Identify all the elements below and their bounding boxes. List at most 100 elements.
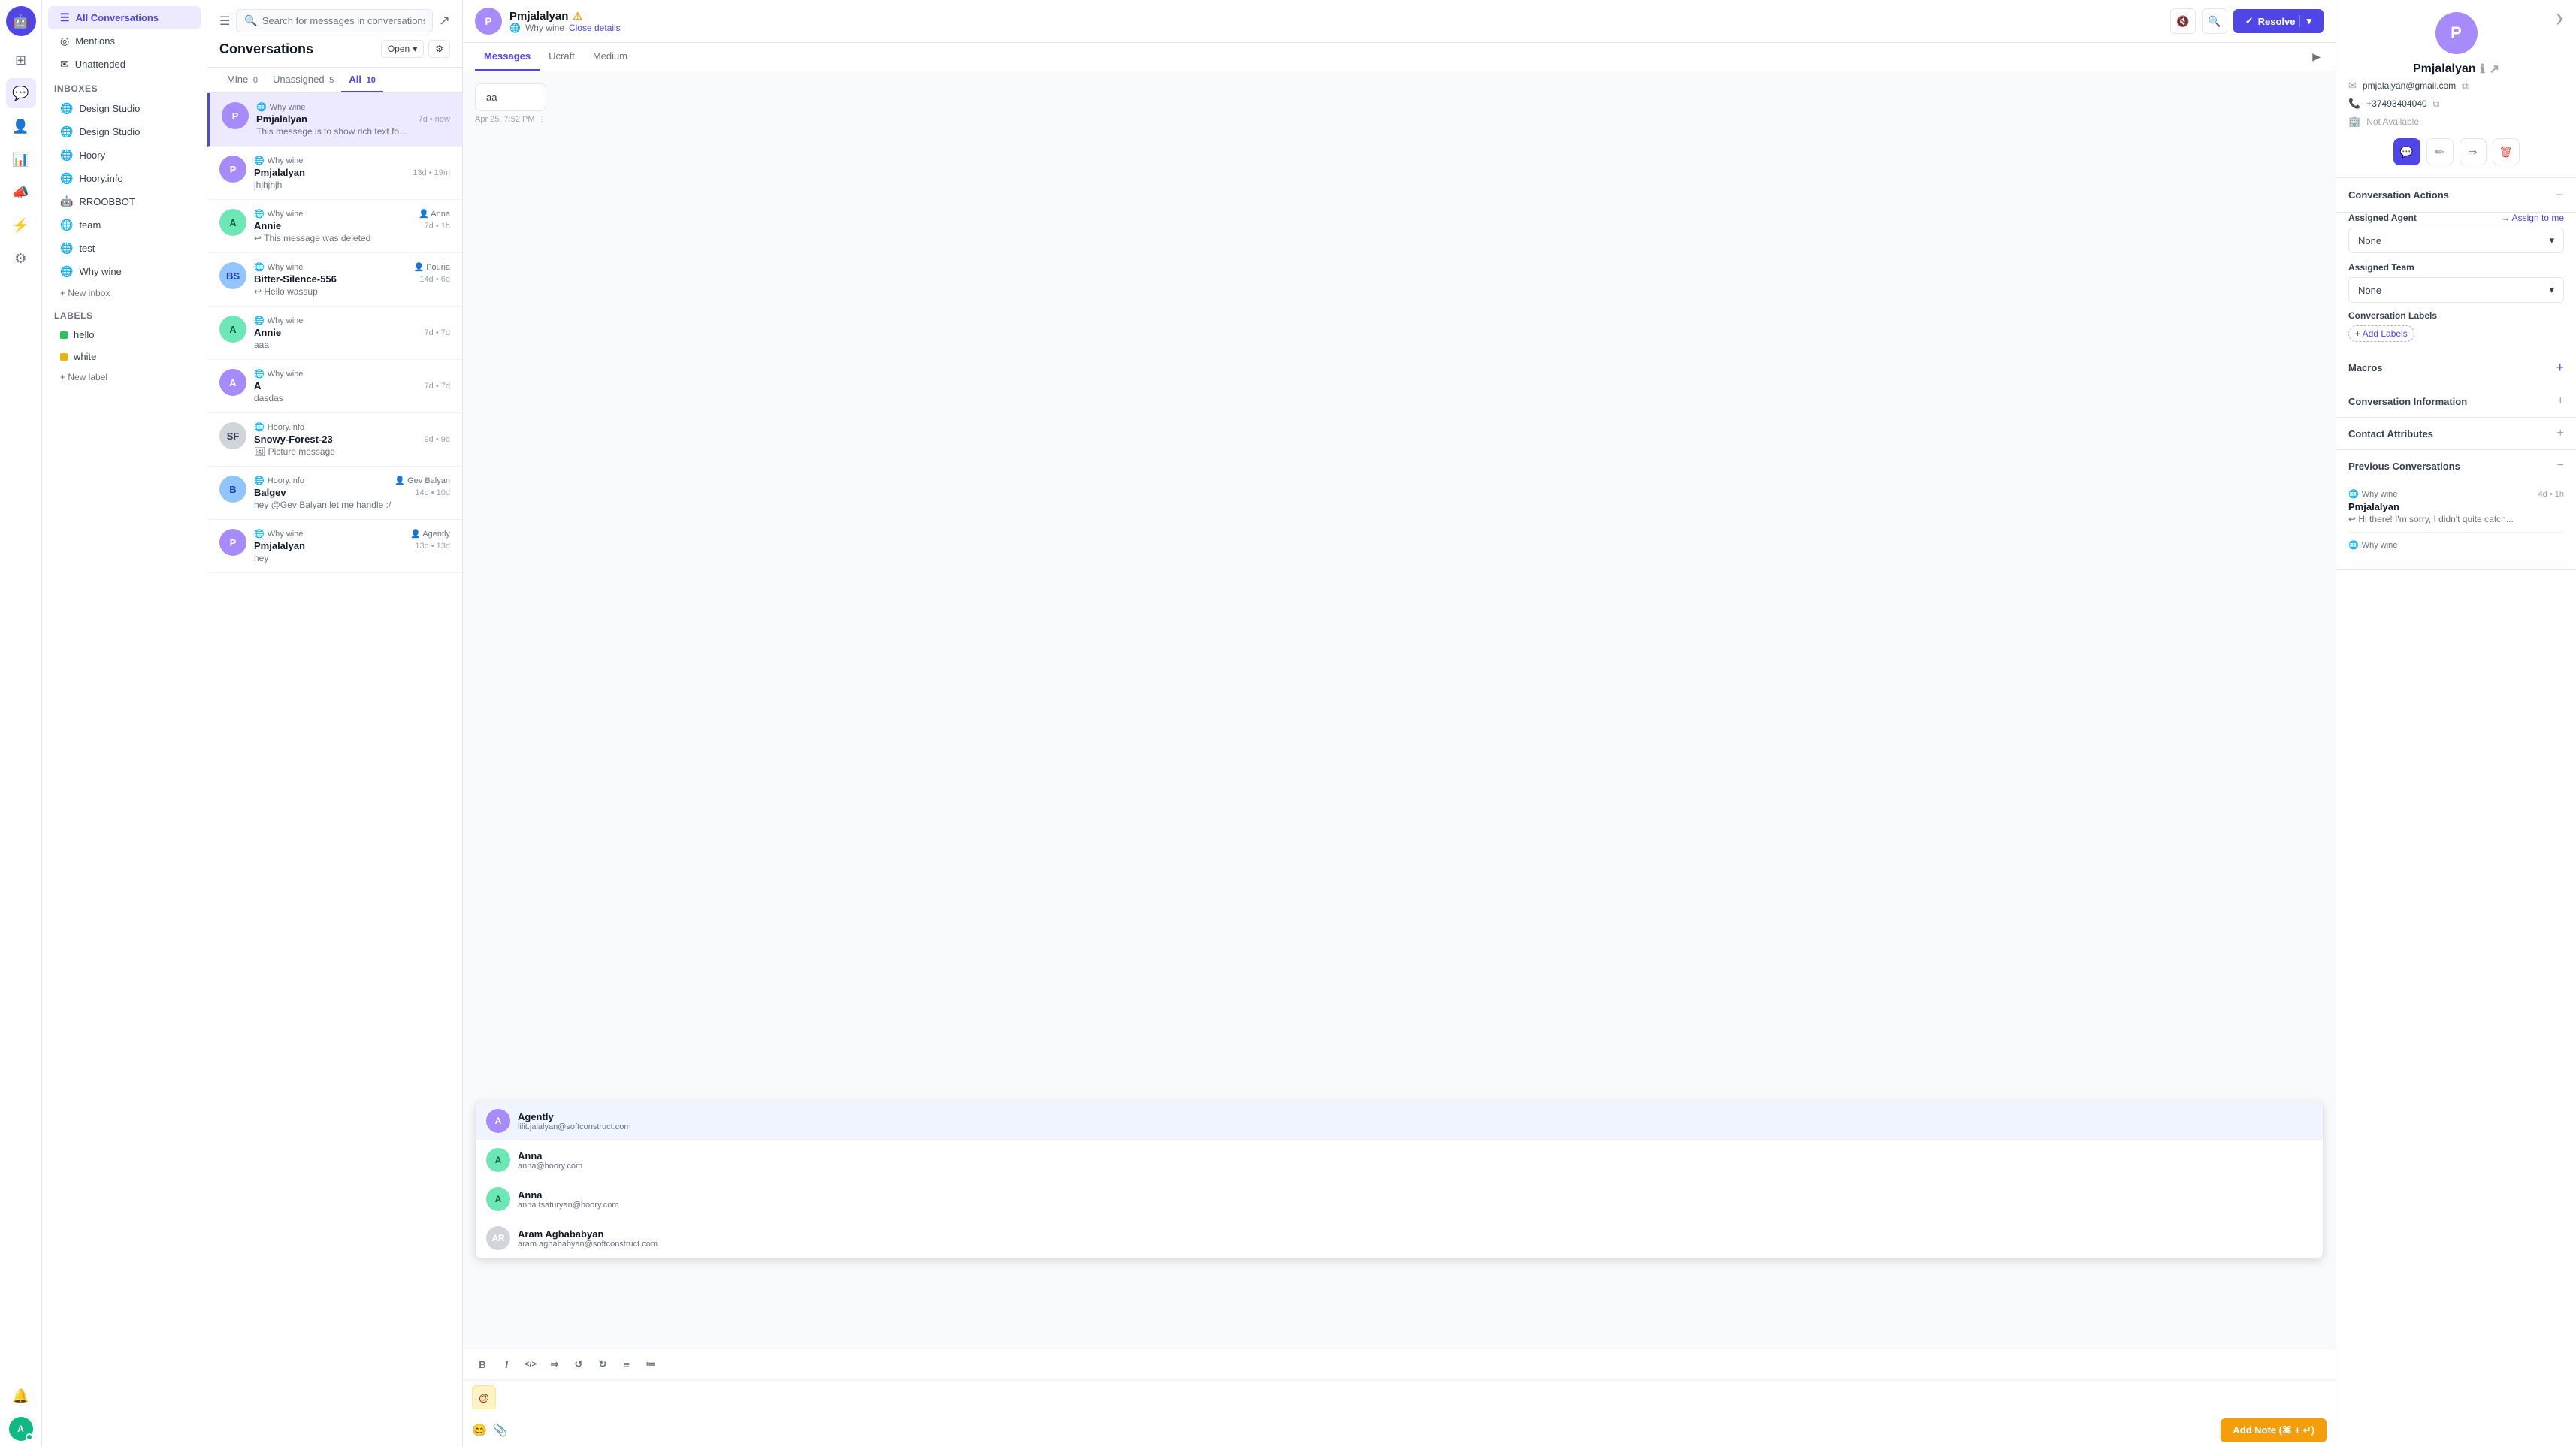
availability-value: Not Available — [2366, 116, 2419, 127]
filter-options-btn[interactable]: ⚙ — [428, 40, 450, 58]
conv-tabs: Mine 0 Unassigned 5 All 10 — [207, 68, 462, 93]
conversation-item[interactable]: A 🌐 Why wine 👤 Anna Annie 7d • 1h ↩ This… — [207, 200, 462, 253]
campaigns-nav-icon[interactable]: 📣 — [6, 177, 36, 207]
sidebar-item-rroobbot[interactable]: 🤖 RROOBBOT — [48, 190, 201, 213]
resolve-chevron-icon[interactable]: ▾ — [2299, 15, 2311, 27]
mention-email: anna.tsaturyan@hoory.com — [518, 1201, 618, 1210]
inboxes-section-title: Inboxes — [42, 76, 207, 97]
home-icon[interactable]: ⊞ — [6, 45, 36, 75]
more-options-icon[interactable]: ⋮ — [538, 114, 546, 124]
contact-avatar: B — [219, 476, 246, 503]
sidebar-item-label-hello[interactable]: hello — [48, 324, 201, 346]
mention-item-aram[interactable]: AR Aram Aghababyan aram.aghababyan@softc… — [476, 1219, 2323, 1258]
settings-nav-icon[interactable]: ⚙ — [6, 243, 36, 273]
sidebar-item-label-white[interactable]: white — [48, 346, 201, 367]
notifications-icon[interactable]: 🔔 — [6, 1381, 36, 1411]
tab-unassigned[interactable]: Unassigned 5 — [265, 68, 341, 92]
assigned-agent-dropdown[interactable]: None ▾ — [2348, 228, 2564, 253]
user-avatar[interactable]: A — [9, 1417, 33, 1441]
new-inbox-link[interactable]: + New inbox — [48, 285, 201, 301]
sidebar-item-team[interactable]: 🌐 team — [48, 213, 201, 237]
sidebar-item-hoory-info[interactable]: 🌐 Hoory.info — [48, 167, 201, 190]
conv-info-header[interactable]: Conversation Information + — [2336, 385, 2576, 417]
sidebar-item-design-studio-1[interactable]: 🌐 Design Studio — [48, 97, 201, 120]
delete-contact-btn[interactable]: 🗑 — [2493, 138, 2520, 165]
filter-status-btn[interactable]: Open ▾ — [381, 40, 424, 58]
contacts-nav-icon[interactable]: 👤 — [6, 111, 36, 141]
mute-icon-btn[interactable]: 🔇 — [2170, 8, 2196, 34]
copy-email-icon[interactable]: ⧉ — [2462, 80, 2469, 92]
sidebar-item-mentions[interactable]: ◎ Mentions — [48, 29, 201, 53]
conversation-item[interactable]: P 🌐 Why wine Pmjalalyan 7d • now This me… — [207, 93, 462, 147]
sidebar-item-why-wine[interactable]: 🌐 Why wine — [48, 260, 201, 283]
ordered-list-button[interactable]: ≔ — [640, 1354, 661, 1375]
conversation-item[interactable]: BS 🌐 Why wine 👤 Pouria Bitter-Silence-55… — [207, 253, 462, 307]
expand-tabs-icon[interactable]: ▶ — [2309, 47, 2324, 66]
prev-conv-item[interactable]: 🌐 Why wine — [2348, 533, 2564, 560]
close-details-link[interactable]: Close details — [569, 23, 621, 33]
emoji-button[interactable]: 😊 — [472, 1423, 487, 1438]
add-note-button[interactable]: Add Note (⌘ + ↵) — [2221, 1418, 2327, 1442]
globe-icon: 🌐 — [254, 209, 265, 219]
collapse-actions-icon[interactable]: − — [2556, 187, 2564, 203]
mention-email: lilit.jalalyan@softconstruct.com — [518, 1122, 631, 1131]
conversation-item[interactable]: B 🌐 Hoory.info 👤 Gev Balyan Balgev 14d •… — [207, 467, 462, 520]
italic-button[interactable]: I — [496, 1354, 517, 1375]
prev-conv-item[interactable]: 🌐 Why wine 4d • 1h Pmjalalyan ↩ Hi there… — [2348, 482, 2564, 533]
info-icon[interactable]: ℹ — [2481, 62, 2485, 77]
conversations-nav-icon[interactable]: 💬 — [6, 78, 36, 108]
list-button[interactable]: ≡ — [616, 1354, 637, 1375]
prev-conversations-header[interactable]: Previous Conversations − — [2336, 450, 2576, 482]
new-label-link[interactable]: + New label — [48, 369, 201, 385]
conversation-item[interactable]: A 🌐 Why wine Annie 7d • 7d aaa — [207, 307, 462, 360]
conv-name-row: Balgev 14d • 10d — [254, 487, 450, 498]
external-link-icon[interactable]: ↗ — [2490, 62, 2499, 77]
globe-icon: 🌐 — [509, 23, 521, 33]
inbox-icon: 🤖 — [60, 195, 73, 208]
code-button[interactable]: </> — [520, 1354, 541, 1375]
search-input[interactable] — [262, 15, 425, 26]
at-mention-button[interactable]: @ — [472, 1385, 496, 1409]
new-conversation-btn[interactable]: 💬 — [2393, 138, 2420, 165]
mention-item-anna2[interactable]: A Anna anna.tsaturyan@hoory.com — [476, 1180, 2323, 1219]
sidebar-item-all-conversations[interactable]: ☰ All Conversations — [48, 6, 201, 29]
assigned-team-dropdown[interactable]: None ▾ — [2348, 277, 2564, 303]
redo-button[interactable]: ↻ — [592, 1354, 613, 1375]
link-button[interactable]: ⇒ — [544, 1354, 565, 1375]
sidebar-item-test[interactable]: 🌐 test — [48, 237, 201, 260]
merge-contact-btn[interactable]: ⇒ — [2460, 138, 2487, 165]
bold-button[interactable]: B — [472, 1354, 493, 1375]
search-icon-btn[interactable]: 🔍 — [2202, 8, 2227, 34]
tab-all[interactable]: All 10 — [341, 68, 383, 92]
reports-nav-icon[interactable]: 📊 — [6, 144, 36, 174]
hamburger-icon[interactable]: ☰ — [219, 14, 230, 29]
tab-mine[interactable]: Mine 0 — [219, 68, 265, 92]
copy-phone-icon[interactable]: ⧉ — [2433, 98, 2440, 110]
mention-item-agently[interactable]: A Agently lilit.jalalyan@softconstruct.c… — [476, 1101, 2323, 1140]
tab-messages[interactable]: Messages — [475, 43, 540, 71]
mention-item-anna1[interactable]: A Anna anna@hoory.com — [476, 1140, 2323, 1180]
sidebar-item-design-studio-2[interactable]: 🌐 Design Studio — [48, 120, 201, 143]
conversation-item[interactable]: A 🌐 Why wine A 7d • 7d dasdas — [207, 360, 462, 413]
conversation-item[interactable]: SF 🌐 Hoory.info Snowy-Forest-23 9d • 9d … — [207, 413, 462, 467]
resolve-label: Resolve — [2258, 16, 2296, 27]
sidebar-item-unattended[interactable]: ✉ Unattended — [48, 53, 201, 76]
assign-to-me-link[interactable]: → Assign to me — [2501, 213, 2564, 223]
contact-attrs-header[interactable]: Contact Attributes + — [2336, 418, 2576, 449]
add-label-button[interactable]: + Add Labels — [2348, 325, 2414, 342]
sidebar-item-hoory[interactable]: 🌐 Hoory — [48, 143, 201, 167]
tab-medium[interactable]: Medium — [584, 43, 636, 71]
edit-contact-btn[interactable]: ✏ — [2426, 138, 2454, 165]
add-macro-icon[interactable]: + — [2556, 360, 2564, 376]
contact-actions: 💬 ✏ ⇒ 🗑 — [2348, 138, 2564, 165]
conversation-item[interactable]: P 🌐 Why wine 👤 Agently Pmjalalyan 13d • … — [207, 520, 462, 573]
conversation-item[interactable]: P 🌐 Why wine Pmjalalyan 13d • 19m jhjhjh… — [207, 147, 462, 200]
compose-icon[interactable]: ↗ — [439, 13, 450, 29]
search-box[interactable]: 🔍 — [236, 9, 433, 32]
attach-button[interactable]: 📎 — [493, 1423, 508, 1438]
resolve-button[interactable]: ✓ Resolve ▾ — [2233, 9, 2324, 33]
integrations-nav-icon[interactable]: ⚡ — [6, 210, 36, 240]
undo-button[interactable]: ↺ — [568, 1354, 589, 1375]
tab-ucraft[interactable]: Ucraft — [540, 43, 584, 71]
panel-expand-icon[interactable]: ❯ — [2555, 12, 2564, 25]
